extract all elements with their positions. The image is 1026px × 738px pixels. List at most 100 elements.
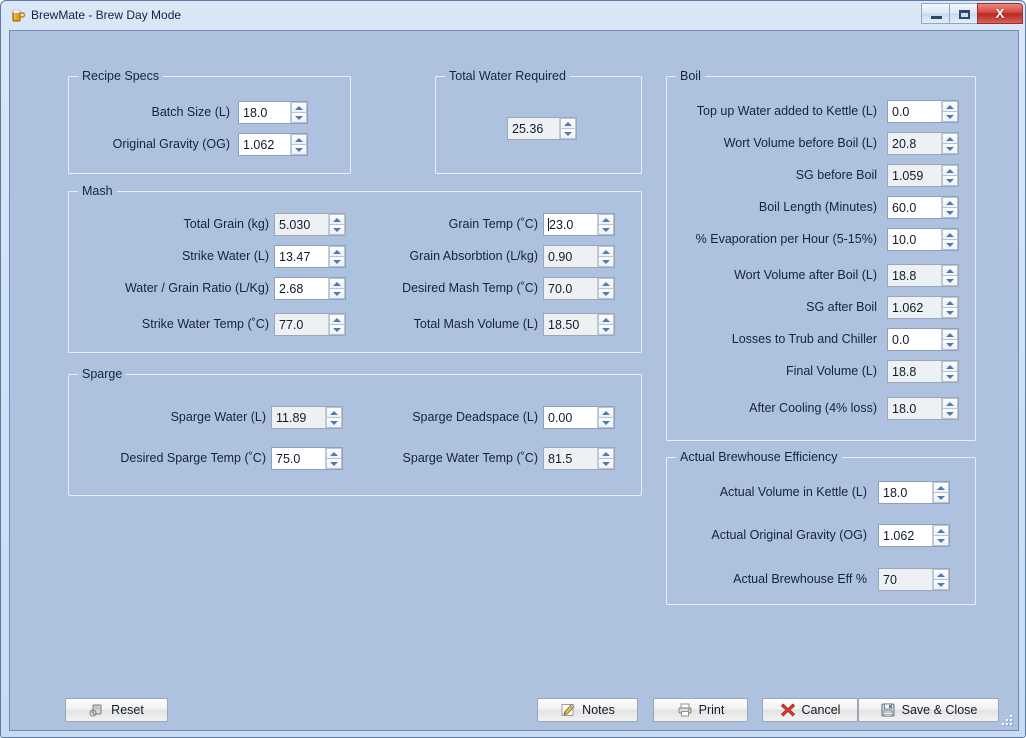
field-boil-length-spinner[interactable] <box>941 197 958 218</box>
spinner-down-button[interactable] <box>942 239 958 250</box>
field-final-volume-spinner[interactable] <box>941 361 958 382</box>
field-sparge-deadspace-spinner[interactable] <box>597 407 614 428</box>
field-actual-brewhouse-eff-spinner[interactable] <box>932 569 949 590</box>
spinner-down-button[interactable] <box>560 128 576 139</box>
spinner-down-button[interactable] <box>942 339 958 350</box>
label-evaporation-per-hour: % Evaporation per Hour (5-15%) <box>695 232 877 246</box>
field-actual-original-gravity[interactable]: 1.062 <box>878 524 950 547</box>
field-total-mash-volume[interactable]: 18.50 <box>543 313 615 336</box>
spinner-down-button[interactable] <box>598 458 614 469</box>
resize-grip[interactable] <box>1001 714 1014 727</box>
minimize-button[interactable] <box>921 3 950 24</box>
field-top-up-water-spinner[interactable] <box>941 101 958 122</box>
spinner-down-button[interactable] <box>291 112 307 123</box>
field-wort-volume-after-boil-spinner[interactable] <box>941 265 958 286</box>
spinner-down-button[interactable] <box>598 417 614 428</box>
spinner-down-button[interactable] <box>598 256 614 267</box>
field-sg-after-boil[interactable]: 1.062 <box>887 296 959 319</box>
spinner-up-button[interactable] <box>598 278 614 288</box>
spinner-up-button[interactable] <box>933 482 949 492</box>
spinner-down-button[interactable] <box>942 307 958 318</box>
field-actual-brewhouse-eff[interactable]: 70 <box>878 568 950 591</box>
spinner-down-button[interactable] <box>291 144 307 155</box>
spinner-down-button[interactable] <box>598 288 614 299</box>
maximize-button[interactable] <box>949 3 978 24</box>
spinner-up-button[interactable] <box>598 314 614 324</box>
field-sg-before-boil[interactable]: 1.059 <box>887 164 959 187</box>
field-top-up-water[interactable]: 0.0 <box>887 100 959 123</box>
spinner-up-button[interactable] <box>598 448 614 458</box>
spinner-up-button[interactable] <box>942 229 958 239</box>
field-batch-size[interactable]: 18.0 <box>238 101 308 124</box>
spinner-down-button[interactable] <box>942 275 958 286</box>
field-wort-volume-after-boil[interactable]: 18.8 <box>887 264 959 287</box>
field-sparge-deadspace[interactable]: 0.00 <box>543 406 615 429</box>
reset-button[interactable]: Reset <box>65 698 168 722</box>
spinner-up-button[interactable] <box>291 134 307 144</box>
spinner-up-button[interactable] <box>942 329 958 339</box>
field-sg-before-boil-spinner[interactable] <box>941 165 958 186</box>
spinner-down-button[interactable] <box>598 324 614 335</box>
field-evaporation-per-hour-spinner[interactable] <box>941 229 958 250</box>
spinner-up-button[interactable] <box>560 118 576 128</box>
spinner-up-button[interactable] <box>942 197 958 207</box>
spinner-up-button[interactable] <box>942 361 958 371</box>
spinner-up-button[interactable] <box>942 101 958 111</box>
spinner-down-button[interactable] <box>942 408 958 419</box>
field-grain-temp-spinner[interactable] <box>597 214 614 235</box>
field-boil-length[interactable]: 60.0 <box>887 196 959 219</box>
field-desired-mash-temp-spinner[interactable] <box>597 278 614 299</box>
field-wort-volume-before-boil[interactable]: 20.8 <box>887 132 959 155</box>
field-losses-to-trub-and-chiller[interactable]: 0.0 <box>887 328 959 351</box>
field-grain-temp[interactable]: 23.0 <box>543 213 615 236</box>
field-grain-absorbtion[interactable]: 0.90 <box>543 245 615 268</box>
group-recipe-specs-title: Recipe Specs <box>78 69 164 83</box>
spinner-down-button[interactable] <box>942 207 958 218</box>
spinner-down-button[interactable] <box>942 143 958 154</box>
field-desired-mash-temp[interactable]: 70.0 <box>543 277 615 300</box>
field-sg-after-boil-spinner[interactable] <box>941 297 958 318</box>
spinner-down-button[interactable] <box>933 579 949 590</box>
field-losses-to-trub-and-chiller-spinner[interactable] <box>941 329 958 350</box>
field-after-cooling[interactable]: 18.0 <box>887 397 959 420</box>
spinner-down-button[interactable] <box>942 371 958 382</box>
spinner-up-button[interactable] <box>598 246 614 256</box>
spinner-down-button[interactable] <box>598 224 614 235</box>
field-batch-size-spinner[interactable] <box>290 102 307 123</box>
field-sparge-water-temp-spinner[interactable] <box>597 448 614 469</box>
spinner-down-button[interactable] <box>942 175 958 186</box>
field-actual-volume-in-kettle[interactable]: 18.0 <box>878 481 950 504</box>
spinner-up-button[interactable] <box>942 165 958 175</box>
field-wort-volume-before-boil-spinner[interactable] <box>941 133 958 154</box>
field-actual-volume-in-kettle-spinner[interactable] <box>932 482 949 503</box>
field-evaporation-per-hour[interactable]: 10.0 <box>887 228 959 251</box>
field-original-gravity-spinner[interactable] <box>290 134 307 155</box>
spinner-up-button[interactable] <box>942 398 958 408</box>
field-total-water-required[interactable]: 25.36 <box>507 117 577 140</box>
spinner-down-button[interactable] <box>933 535 949 546</box>
spinner-down-button[interactable] <box>933 492 949 503</box>
close-button[interactable]: X <box>977 3 1023 24</box>
spinner-up-button[interactable] <box>598 214 614 224</box>
spinner-up-button[interactable] <box>933 569 949 579</box>
spinner-up-button[interactable] <box>933 525 949 535</box>
field-final-volume[interactable]: 18.8 <box>887 360 959 383</box>
field-actual-original-gravity-spinner[interactable] <box>932 525 949 546</box>
spinner-up-button[interactable] <box>942 265 958 275</box>
spinner-up-button[interactable] <box>942 297 958 307</box>
field-after-cooling-spinner[interactable] <box>941 398 958 419</box>
cancel-button[interactable]: Cancel <box>762 698 858 722</box>
field-total-mash-volume-spinner[interactable] <box>597 314 614 335</box>
spinner-up-button[interactable] <box>291 102 307 112</box>
field-total-water-required-spinner[interactable] <box>559 118 576 139</box>
notes-button[interactable]: Notes <box>537 698 638 722</box>
field-grain-absorbtion-spinner[interactable] <box>597 246 614 267</box>
chevron-down-icon <box>602 420 610 425</box>
spinner-down-button[interactable] <box>942 111 958 122</box>
save-and-close-button[interactable]: Save & Close <box>858 698 999 722</box>
print-button[interactable]: Print <box>653 698 748 722</box>
spinner-up-button[interactable] <box>942 133 958 143</box>
field-original-gravity[interactable]: 1.062 <box>238 133 308 156</box>
spinner-up-button[interactable] <box>598 407 614 417</box>
field-sparge-water-temp[interactable]: 81.5 <box>543 447 615 470</box>
